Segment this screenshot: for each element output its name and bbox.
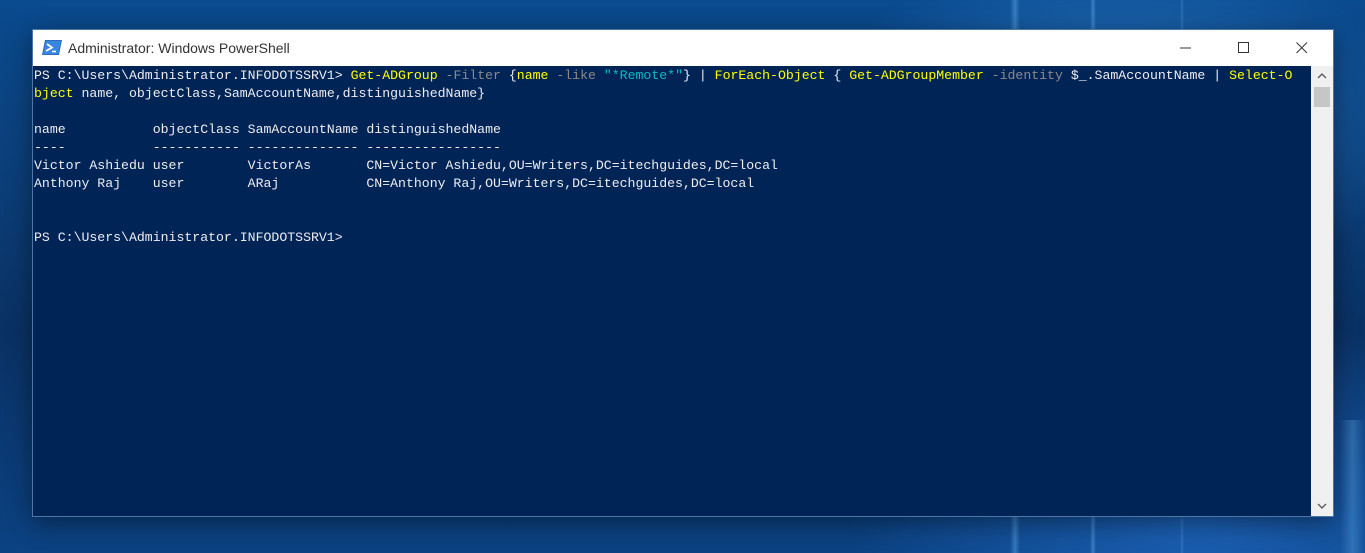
table-row: Anthony Raj user ARaj CN=Anthony Raj,OU=… (34, 176, 755, 191)
cmdlet-select-object-rest: bject (34, 86, 74, 101)
cmdlet-get-adgroup: Get-ADGroup (350, 68, 438, 83)
final-prompt: PS C:\Users\Administrator.INFODOTSSRV1> (34, 230, 343, 245)
brace-close: } (682, 68, 691, 83)
pipeline-variable: $_ (1070, 68, 1087, 83)
command-line-2: bject name, objectClass,SamAccountName,d… (34, 85, 485, 103)
maximize-icon (1238, 42, 1249, 53)
vertical-scrollbar[interactable] (1311, 66, 1333, 516)
maximize-button[interactable] (1221, 30, 1267, 66)
pipe-symbol: | (1205, 68, 1230, 83)
table-separator: ---- ----------- -------------- --------… (34, 140, 501, 155)
chevron-up-icon (1317, 73, 1327, 79)
parameter-identity: -identity (983, 68, 1071, 83)
brace-open: { (508, 68, 517, 83)
title-bar[interactable]: Administrator: Windows PowerShell (33, 30, 1333, 66)
console-output[interactable]: PS C:\Users\Administrator.INFODOTSSRV1> … (33, 66, 1311, 516)
minimize-icon (1180, 47, 1191, 49)
table-header: name objectClass SamAccountName distingu… (34, 122, 501, 137)
command-line-1: PS C:\Users\Administrator.INFODOTSSRV1> … (34, 67, 1292, 85)
string-remote: "*Remote*" (603, 68, 683, 83)
cmdlet-foreach-object: ForEach-Object (714, 68, 826, 83)
operator-like: -like (548, 68, 604, 83)
wallpaper-light-beam (1340, 420, 1365, 553)
prompt-text: PS C:\Users\Administrator.INFODOTSSRV1> (34, 68, 351, 83)
cmdlet-get-adgroupmember: Get-ADGroupMember (849, 68, 984, 83)
select-arguments: name, objectClass,SamAccountName,disting… (73, 86, 486, 101)
property-samaccountname: .SamAccountName (1086, 68, 1206, 83)
powershell-window[interactable]: Administrator: Windows PowerShell PS C:\… (33, 30, 1333, 516)
table-row: Victor Ashiedu user VictorAs CN=Victor A… (34, 158, 778, 173)
pipe-symbol: | (690, 68, 715, 83)
minimize-button[interactable] (1163, 30, 1209, 66)
scroll-up-button[interactable] (1311, 66, 1333, 86)
chevron-down-icon (1317, 503, 1327, 509)
scroll-thumb[interactable] (1314, 87, 1330, 107)
parameter-filter: -Filter (437, 68, 509, 83)
scroll-down-button[interactable] (1311, 496, 1333, 516)
powershell-icon[interactable] (42, 39, 62, 56)
window-title: Administrator: Windows PowerShell (68, 40, 290, 56)
close-icon (1296, 42, 1308, 54)
scriptblock-open: { (825, 68, 850, 83)
cmdlet-select-object-part: Select-O (1229, 68, 1293, 83)
close-button[interactable] (1279, 30, 1325, 66)
filter-property: name (516, 68, 549, 83)
